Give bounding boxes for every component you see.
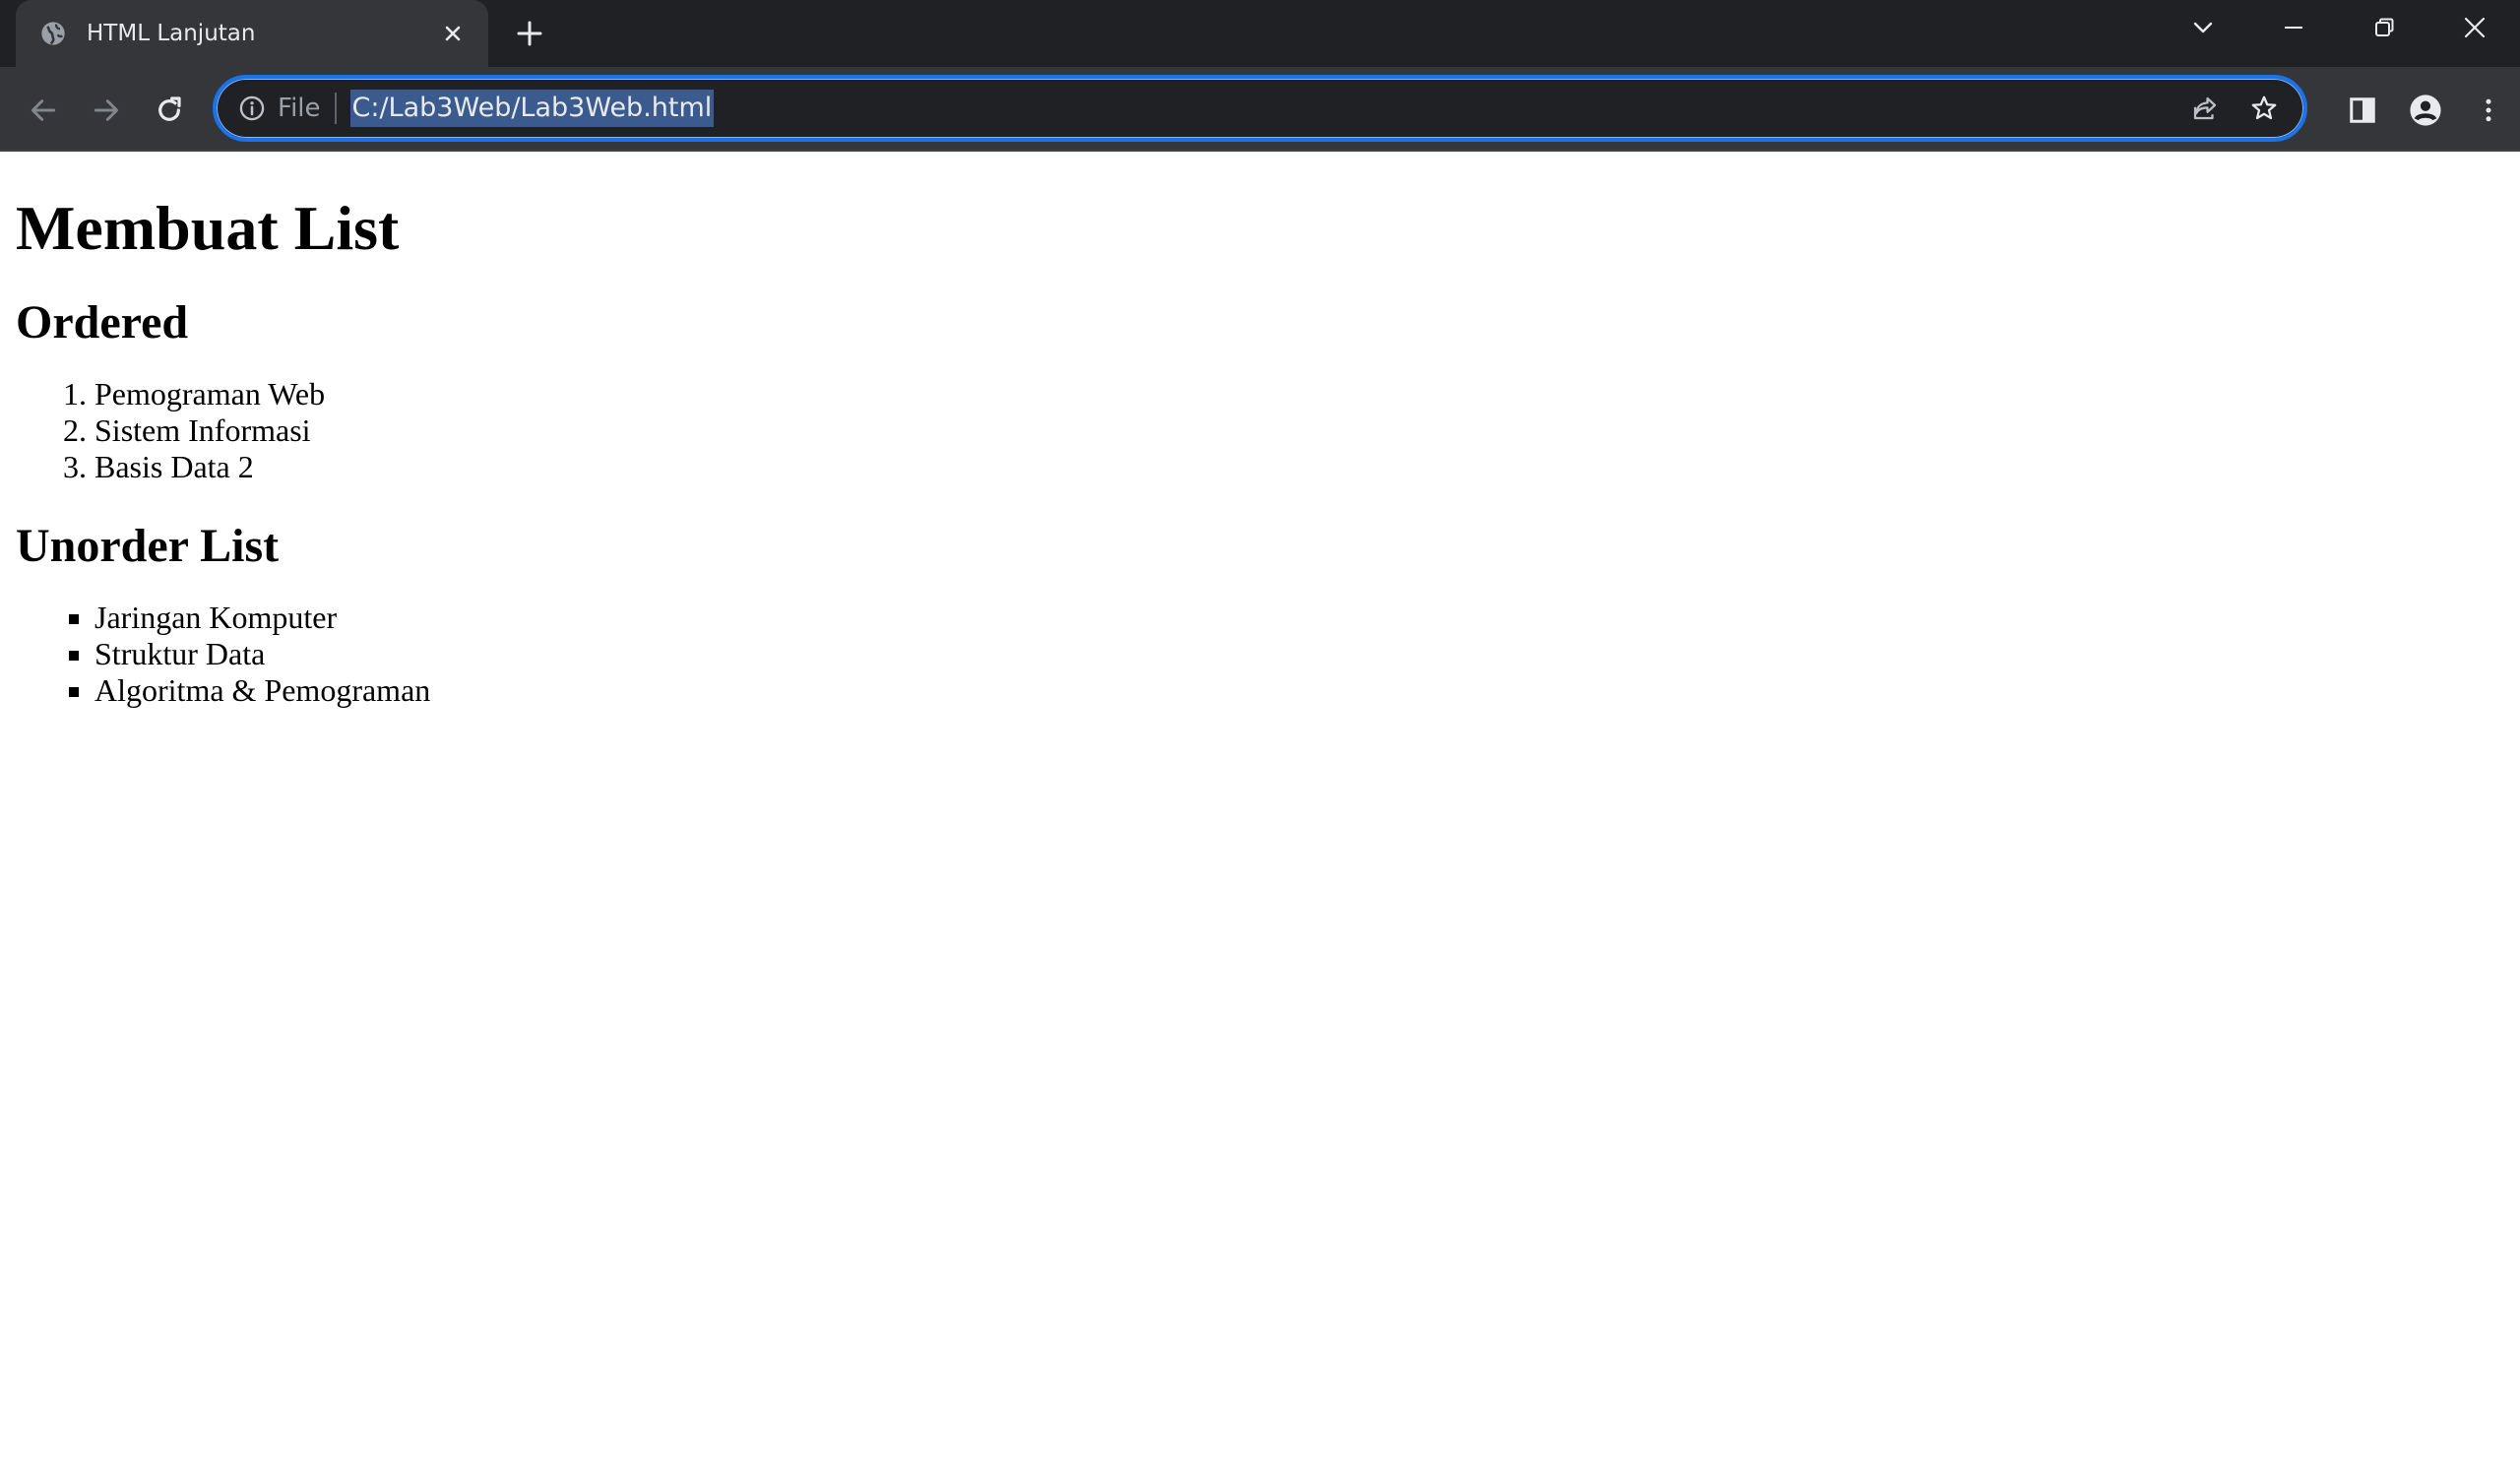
- new-tab-plus-icon[interactable]: [510, 14, 549, 53]
- page-title: Membuat List: [16, 193, 400, 263]
- list-item: Sistem Informasi: [94, 412, 2504, 449]
- browser-chrome: HTML Lanjutan File C:/Lab3Web/Lab3Web.ht…: [0, 0, 2520, 152]
- address-bar[interactable]: File C:/Lab3Web/Lab3Web.html: [213, 75, 2307, 142]
- profile-avatar-icon[interactable]: [2394, 89, 2457, 132]
- forward-arrow-icon[interactable]: [85, 89, 128, 132]
- page-content: Membuat List Ordered Pemograman Web Sist…: [0, 191, 2520, 709]
- unordered-list: Jaringan Komputer Struktur Data Algoritm…: [16, 600, 2504, 709]
- url-text[interactable]: C:/Lab3Web/Lab3Web.html: [349, 90, 715, 127]
- url-scheme-chip: File: [278, 93, 337, 124]
- back-arrow-icon[interactable]: [22, 89, 65, 132]
- globe-icon: [39, 20, 67, 47]
- close-window-icon[interactable]: [2429, 0, 2520, 55]
- tab-search-chevron-down-icon[interactable]: [2158, 0, 2248, 55]
- more-menu-icon[interactable]: [2457, 89, 2520, 132]
- ordered-heading: Ordered: [16, 296, 189, 348]
- list-item: Basis Data 2: [94, 449, 2504, 485]
- tab-close-icon[interactable]: [437, 18, 469, 49]
- tab-strip: HTML Lanjutan: [0, 0, 2520, 67]
- browser-toolbar: File C:/Lab3Web/Lab3Web.html: [0, 67, 2520, 152]
- list-item: Pemograman Web: [94, 376, 2504, 412]
- list-item: Jaringan Komputer: [94, 600, 2504, 636]
- minimize-icon[interactable]: [2248, 0, 2339, 55]
- side-panel-icon[interactable]: [2331, 89, 2394, 132]
- ordered-list: Pemograman Web Sistem Informasi Basis Da…: [16, 376, 2504, 485]
- share-icon[interactable]: [2183, 87, 2227, 130]
- list-item: Algoritma & Pemograman: [94, 672, 2504, 709]
- toolbar-right-tools: [2331, 89, 2520, 132]
- bookmark-star-icon[interactable]: [2242, 87, 2286, 130]
- site-info-icon[interactable]: [236, 93, 268, 124]
- window-controls: [2158, 0, 2520, 55]
- tab-html-lanjutan[interactable]: HTML Lanjutan: [16, 0, 488, 67]
- reload-icon[interactable]: [148, 89, 191, 132]
- unordered-heading: Unorder List: [16, 520, 280, 572]
- restore-icon[interactable]: [2339, 0, 2429, 55]
- tab-title: HTML Lanjutan: [87, 21, 256, 46]
- list-item: Struktur Data: [94, 636, 2504, 672]
